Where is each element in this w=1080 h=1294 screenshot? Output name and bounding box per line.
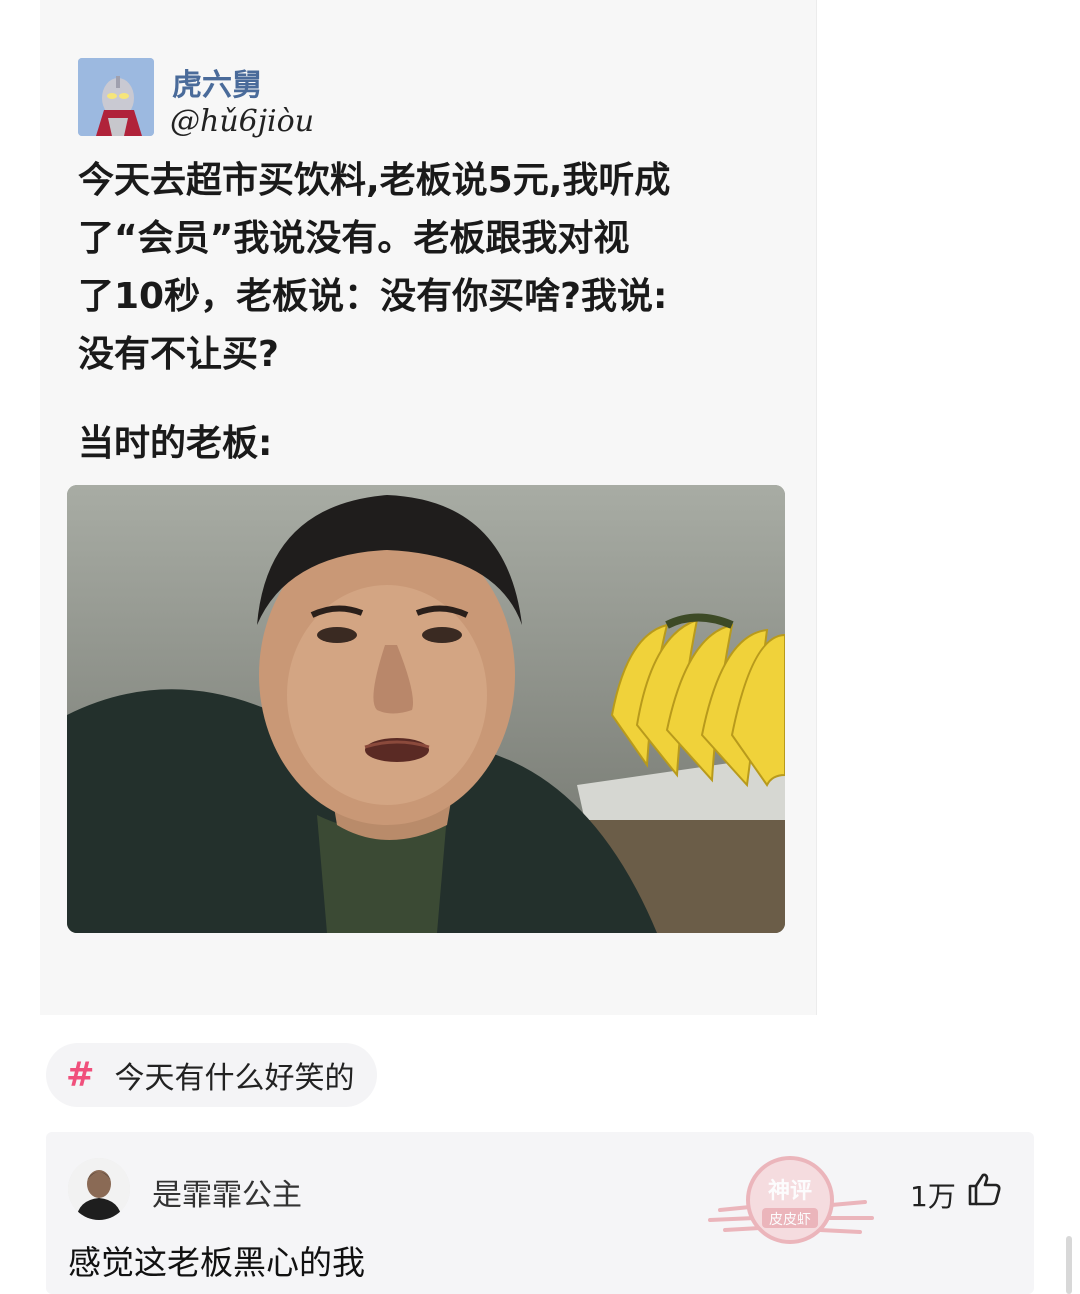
- topic-chip[interactable]: # 今天有什么好笑的: [46, 1043, 377, 1107]
- scrollbar-thumb[interactable]: [1066, 1236, 1072, 1294]
- hash-icon: #: [66, 1055, 95, 1095]
- post-caption: 当时的老板:: [78, 423, 273, 464]
- author-avatar: [78, 58, 154, 136]
- comment-text: 感觉这老板黑心的我: [68, 1243, 365, 1282]
- author-name: 虎六舅: [172, 68, 262, 103]
- commenter-avatar[interactable]: [68, 1158, 130, 1220]
- post-text: 今天去超市买饮料,老板说5元,我听成 了“会员”我说没有。老板跟我对视 了10秒…: [78, 160, 671, 375]
- like-count: 1万: [910, 1180, 956, 1213]
- topic-label: 今天有什么好笑的: [114, 1061, 355, 1096]
- badge-subtext: 皮皮虾: [769, 1212, 811, 1228]
- badge-text: 神评: [768, 1178, 812, 1204]
- top-comment-badge-icon: 神评 皮皮虾: [700, 1148, 880, 1248]
- commenter-name[interactable]: 是霏霏公主: [152, 1170, 302, 1214]
- author-handle: @hǔ6jiòu: [170, 104, 315, 139]
- thumbs-up-icon[interactable]: [966, 1171, 1002, 1207]
- post-photo[interactable]: [67, 485, 785, 933]
